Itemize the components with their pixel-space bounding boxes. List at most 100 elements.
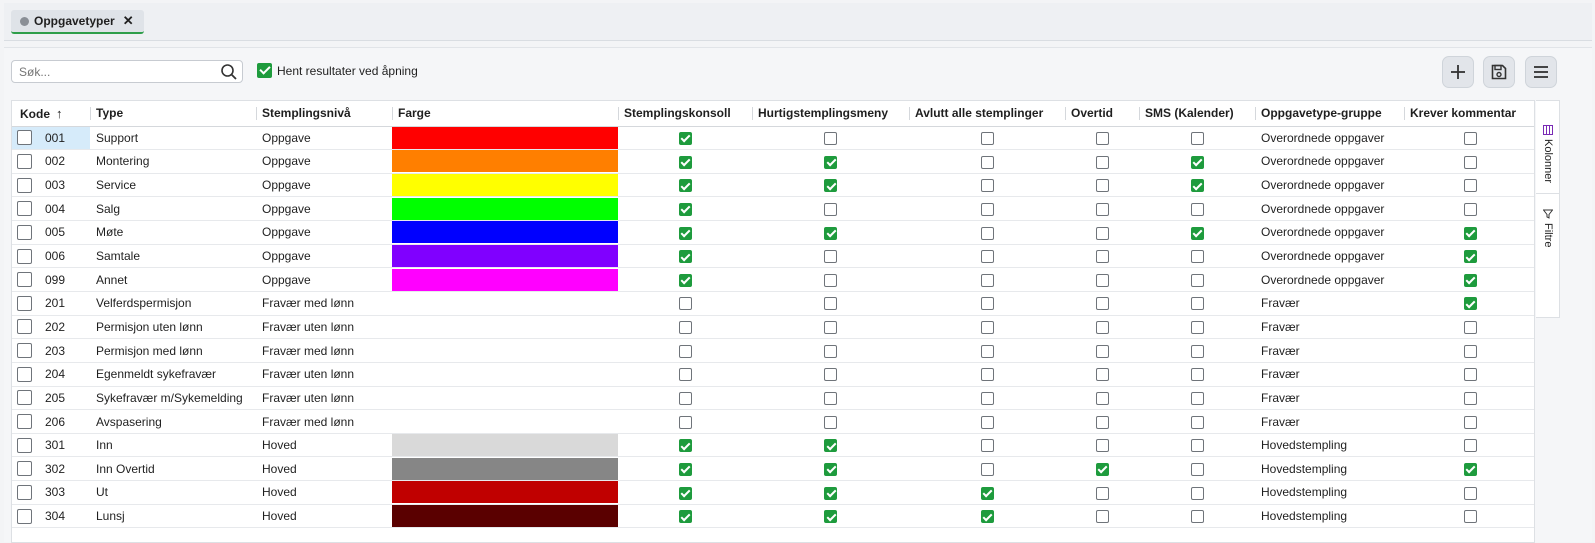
save-button[interactable]	[1483, 56, 1515, 88]
krever-kommentar-checkbox[interactable]	[1463, 392, 1477, 406]
header-stemplingskonsoll[interactable]: Stemplingskonsoll	[618, 101, 752, 127]
hurtigstemplingsmeny-checkbox[interactable]	[824, 250, 837, 264]
table-row[interactable]: 006 Samtale Oppgave Overordnede oppgaver	[12, 244, 1534, 269]
cell-type[interactable]: Inn Overtid	[90, 456, 256, 482]
hurtigstemplingsmeny-checkbox[interactable]	[824, 179, 837, 193]
overtid-checkbox[interactable]	[1095, 131, 1109, 145]
cell-stemplingsniva[interactable]: Hoved	[256, 480, 392, 505]
row-select-checkbox[interactable]	[17, 366, 32, 382]
cell-farge[interactable]	[392, 315, 618, 340]
row-select-checkbox[interactable]	[17, 437, 32, 453]
cell-stemplingsniva[interactable]: Fravær med lønn	[256, 291, 392, 316]
sms-kalender-checkbox[interactable]	[1190, 510, 1204, 524]
overtid-checkbox[interactable]	[1095, 392, 1109, 406]
cell-type[interactable]: Permisjon uten lønn	[90, 315, 256, 340]
table-row[interactable]: 203 Permisjon med lønn Fravær med lønn Frav…	[12, 338, 1534, 363]
stemplingskonsoll-checkbox[interactable]	[678, 226, 692, 240]
cell-farge[interactable]	[392, 433, 618, 458]
stemplingskonsoll-checkbox[interactable]	[678, 415, 692, 429]
stemplingskonsoll-checkbox[interactable]	[678, 250, 692, 264]
row-select-checkbox[interactable]	[17, 177, 32, 193]
cell-oppgavetype-gruppe[interactable]: Fravær	[1255, 291, 1404, 316]
table-row[interactable]: 303 Ut Hoved Hovedstempling	[12, 480, 1534, 505]
table-row[interactable]: 205 Sykefravær m/Sykemelding Fravær uten l…	[12, 386, 1534, 411]
cell-kode[interactable]: 301	[12, 433, 90, 458]
cell-type[interactable]: Inn	[90, 433, 256, 458]
sms-kalender-checkbox[interactable]	[1190, 415, 1204, 429]
krever-kommentar-checkbox[interactable]	[1463, 273, 1477, 287]
search-input[interactable]	[12, 61, 212, 82]
hurtigstemplingsmeny-checkbox[interactable]	[824, 273, 837, 287]
krever-kommentar-checkbox[interactable]	[1463, 131, 1477, 145]
hurtigstemplingsmeny-checkbox[interactable]	[824, 226, 837, 240]
krever-kommentar-checkbox[interactable]	[1463, 462, 1477, 476]
stemplingskonsoll-checkbox[interactable]	[678, 486, 692, 500]
krever-kommentar-checkbox[interactable]	[1463, 297, 1477, 311]
sms-kalender-checkbox[interactable]	[1190, 297, 1204, 311]
cell-kode[interactable]: 204	[12, 362, 90, 387]
cell-stemplingsniva[interactable]: Fravær uten lønn	[256, 386, 392, 411]
krever-kommentar-checkbox[interactable]	[1463, 155, 1477, 169]
avslutt-alle-checkbox[interactable]	[980, 510, 994, 524]
cell-oppgavetype-gruppe[interactable]: Overordnede oppgaver	[1255, 149, 1404, 174]
cell-oppgavetype-gruppe[interactable]: Overordnede oppgaver	[1255, 126, 1404, 151]
cell-stemplingsniva[interactable]: Oppgave	[256, 126, 392, 151]
overtid-checkbox[interactable]	[1095, 486, 1109, 500]
cell-kode[interactable]: 304	[12, 504, 90, 529]
cell-oppgavetype-gruppe[interactable]: Hovedstempling	[1255, 456, 1404, 482]
cell-kode[interactable]: 006	[12, 244, 90, 269]
tab-close-icon[interactable]: ✕	[123, 13, 134, 29]
krever-kommentar-checkbox[interactable]	[1463, 226, 1477, 240]
cell-kode[interactable]: 002	[12, 149, 90, 174]
overtid-checkbox[interactable]	[1095, 321, 1109, 335]
load-on-open-option[interactable]: Hent resultater ved åpning	[257, 63, 418, 78]
cell-type[interactable]: Lunsj	[90, 504, 256, 529]
hurtigstemplingsmeny-checkbox[interactable]	[824, 392, 837, 406]
cell-farge[interactable]	[392, 291, 618, 316]
cell-stemplingsniva[interactable]: Oppgave	[256, 173, 392, 198]
header-type[interactable]: Type	[90, 101, 256, 127]
avslutt-alle-checkbox[interactable]	[980, 439, 994, 453]
header-kode[interactable]: Kode ↑	[12, 101, 90, 127]
cell-stemplingsniva[interactable]: Hoved	[256, 456, 392, 482]
krever-kommentar-checkbox[interactable]	[1463, 179, 1477, 193]
header-krever-kommentar[interactable]: Krever kommentar	[1404, 101, 1534, 127]
menu-button[interactable]	[1525, 56, 1557, 88]
cell-oppgavetype-gruppe[interactable]: Overordnede oppgaver	[1255, 220, 1404, 245]
cell-oppgavetype-gruppe[interactable]: Fravær	[1255, 409, 1404, 434]
row-select-checkbox[interactable]	[17, 461, 32, 477]
avslutt-alle-checkbox[interactable]	[980, 202, 994, 216]
overtid-checkbox[interactable]	[1095, 273, 1109, 287]
stemplingskonsoll-checkbox[interactable]	[678, 344, 692, 358]
filters-panel-button[interactable]: Filtre	[1536, 209, 1560, 247]
sms-kalender-checkbox[interactable]	[1190, 392, 1204, 406]
row-select-checkbox[interactable]	[17, 343, 32, 359]
stemplingskonsoll-checkbox[interactable]	[678, 510, 692, 524]
hurtigstemplingsmeny-checkbox[interactable]	[824, 321, 837, 335]
stemplingskonsoll-checkbox[interactable]	[678, 439, 692, 453]
cell-stemplingsniva[interactable]: Oppgave	[256, 244, 392, 269]
sms-kalender-checkbox[interactable]	[1190, 273, 1204, 287]
cell-type[interactable]: Permisjon med lønn	[90, 338, 256, 363]
hurtigstemplingsmeny-checkbox[interactable]	[824, 415, 837, 429]
sms-kalender-checkbox[interactable]	[1190, 202, 1204, 216]
cell-type[interactable]: Velferdspermisjon	[90, 291, 256, 316]
cell-type[interactable]: Ut	[90, 480, 256, 505]
row-select-checkbox[interactable]	[17, 224, 32, 240]
cell-farge[interactable]	[392, 173, 618, 198]
cell-kode[interactable]: 201	[12, 291, 90, 316]
stemplingskonsoll-checkbox[interactable]	[678, 462, 692, 476]
cell-type[interactable]: Service	[90, 173, 256, 198]
overtid-checkbox[interactable]	[1095, 179, 1109, 193]
cell-type[interactable]: Samtale	[90, 244, 256, 269]
stemplingskonsoll-checkbox[interactable]	[678, 273, 692, 287]
cell-oppgavetype-gruppe[interactable]: Fravær	[1255, 386, 1404, 411]
cell-farge[interactable]	[392, 338, 618, 363]
cell-kode[interactable]: 202	[12, 315, 90, 340]
krever-kommentar-checkbox[interactable]	[1463, 486, 1477, 500]
avslutt-alle-checkbox[interactable]	[980, 415, 994, 429]
overtid-checkbox[interactable]	[1095, 344, 1109, 358]
row-select-checkbox[interactable]	[17, 201, 32, 217]
sms-kalender-checkbox[interactable]	[1190, 179, 1204, 193]
avslutt-alle-checkbox[interactable]	[980, 368, 994, 382]
